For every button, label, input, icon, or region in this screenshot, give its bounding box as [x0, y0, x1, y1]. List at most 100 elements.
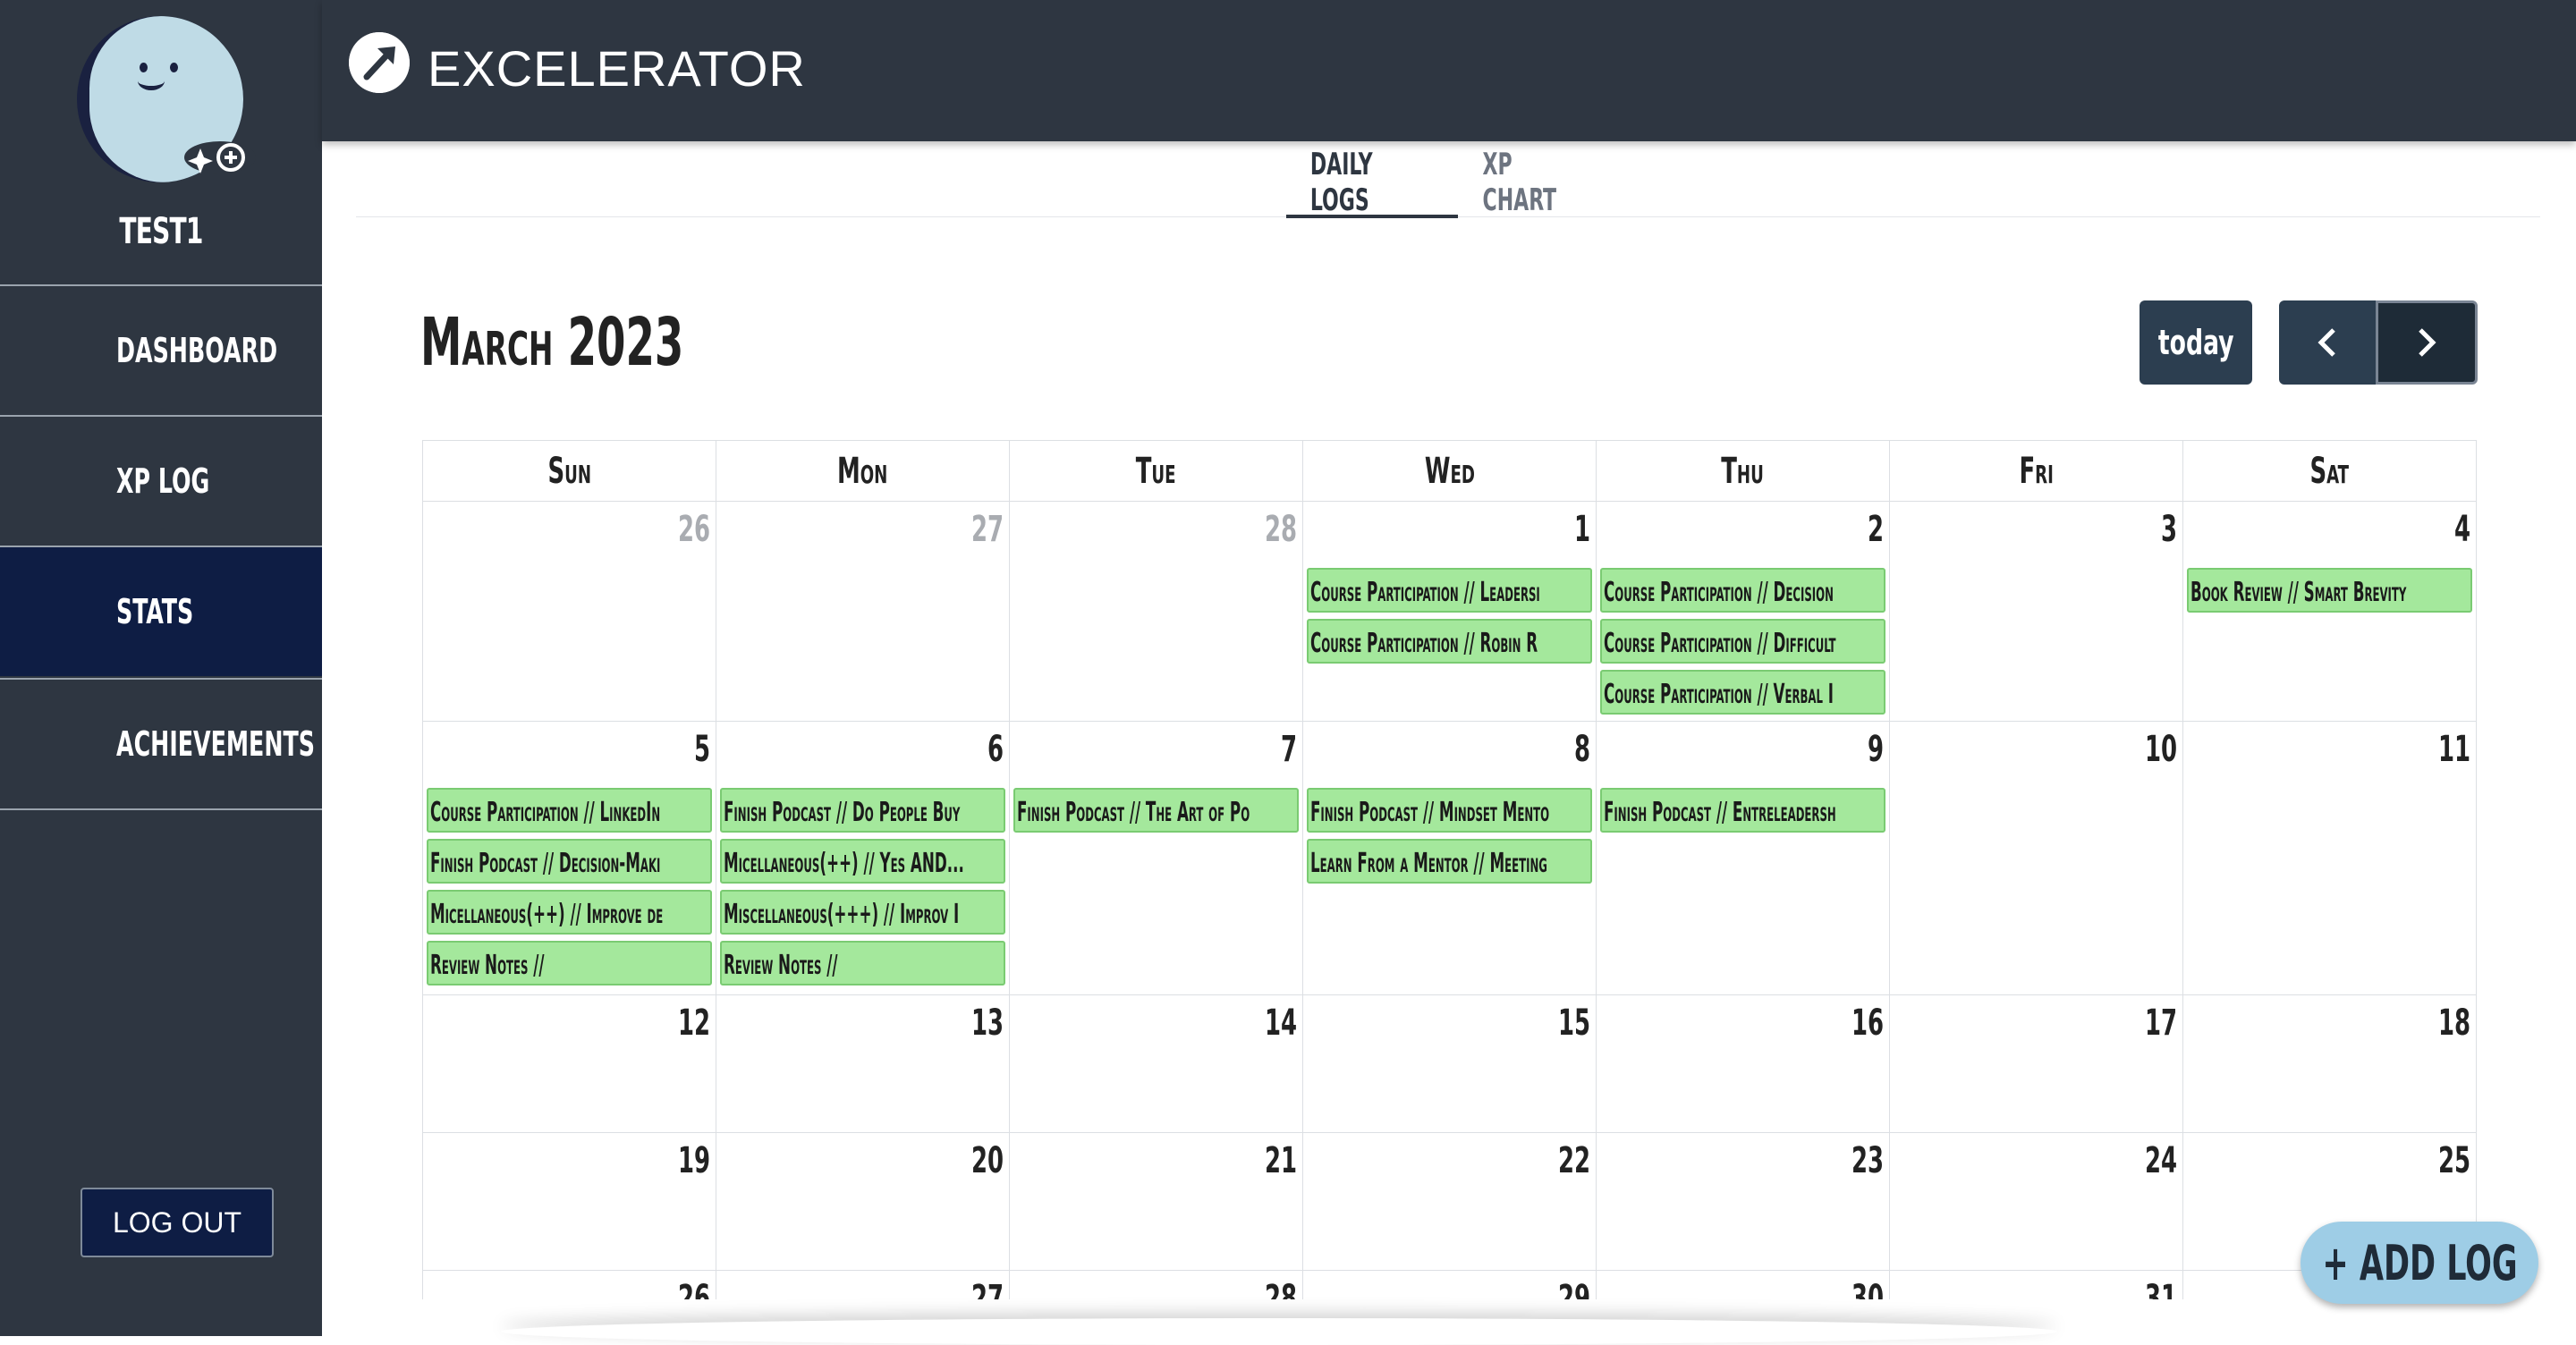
event-title: Finish Podcast // Mindset Mento	[1310, 797, 1550, 828]
tab-xp-chart[interactable]: XP CHART	[1463, 147, 1601, 218]
calendar-event[interactable]: Finish Podcast // Mindset Mento	[1307, 788, 1592, 833]
calendar-day-cell[interactable]: 5 Course Participation // LinkedIn Finish …	[423, 722, 716, 995]
day-number: 18	[2426, 1002, 2470, 1044]
day-number-text: 10	[2144, 729, 2177, 770]
day-number: 22	[1546, 1140, 1590, 1181]
calendar-day-cell[interactable]: 13	[716, 995, 1010, 1133]
day-number-text: 28	[1264, 1278, 1297, 1299]
day-number-text: 9	[1867, 729, 1884, 770]
calendar-event[interactable]: Micellaneous(++) // Yes AND...	[720, 839, 1005, 884]
day-number: 13	[959, 1002, 1004, 1044]
calendar-event[interactable]: Course Participation // LinkedIn	[427, 788, 712, 833]
day-number-text: 17	[2144, 1002, 2177, 1044]
calendar-day-cell[interactable]: 9 Finish Podcast // Entreleadersh	[1597, 722, 1890, 995]
next-month-button[interactable]	[2376, 300, 2478, 385]
calendar-event[interactable]: Book Review // Smart Brevity	[2187, 568, 2472, 613]
day-number: 10	[2132, 729, 2177, 770]
day-number-text: 15	[1557, 1002, 1590, 1044]
rocket-arrow-icon	[349, 32, 410, 93]
day-number-text: 4	[2453, 509, 2470, 550]
calendar-event[interactable]: Course Participation // Decision	[1600, 568, 1885, 613]
sidebar-item-label: ACHIEVEMENTS	[116, 724, 315, 764]
calendar-day-cell[interactable]: 27	[716, 502, 1010, 722]
calendar-event[interactable]: Course Participation // Robin R	[1307, 619, 1592, 664]
logout-button[interactable]: LOG OUT	[80, 1188, 274, 1257]
calendar-event[interactable]: Learn From a Mentor // Meeting	[1307, 839, 1592, 884]
day-number-text: 23	[1851, 1140, 1884, 1181]
today-button[interactable]: today	[2140, 300, 2252, 385]
day-number-text: 6	[987, 729, 1004, 770]
day-number: 3	[2155, 509, 2177, 550]
event-title: Course Participation // LinkedIn	[430, 797, 661, 828]
calendar-day-cell[interactable]: 15	[1303, 995, 1597, 1133]
today-button-label: today	[2157, 323, 2234, 362]
calendar-day-cell[interactable]: 28	[1010, 502, 1303, 722]
calendar-day-cell[interactable]: 23	[1597, 1133, 1890, 1271]
calendar-event[interactable]: Course Participation // Difficult	[1600, 619, 1885, 664]
day-number-text: 22	[1557, 1140, 1590, 1181]
calendar-day-cell[interactable]: 22	[1303, 1133, 1597, 1271]
add-log-button[interactable]: + ADD LOG	[2301, 1222, 2538, 1304]
calendar-event[interactable]: Miscellaneous(+++) // Improv I	[720, 890, 1005, 935]
calendar-event[interactable]: Finish Podcast // Do People Buy	[720, 788, 1005, 833]
calendar-event[interactable]: Course Participation // Verbal I	[1600, 670, 1885, 715]
calendar-event[interactable]: Review Notes //	[427, 941, 712, 985]
chevron-left-icon	[2318, 328, 2335, 357]
weekday-header: Fri	[1890, 441, 2183, 502]
calendar-event[interactable]: Finish Podcast // Entreleadersh	[1600, 788, 1885, 833]
app-title: EXCELERATOR	[428, 40, 806, 97]
calendar-day-cell[interactable]: 19	[423, 1133, 716, 1271]
calendar-day-cell[interactable]: 12	[423, 995, 716, 1133]
calendar-day-cell[interactable]: 2 Course Participation // Decision Course …	[1597, 502, 1890, 722]
calendar-day-cell[interactable]: 10	[1890, 722, 2183, 995]
day-number: 17	[2132, 1002, 2177, 1044]
day-number-text: 28	[1264, 509, 1297, 550]
calendar-day-cell[interactable]: 31	[1890, 1271, 2183, 1299]
calendar-event[interactable]: Course Participation // Leadersi	[1307, 568, 1592, 613]
calendar-day-cell[interactable]: 28	[1010, 1271, 1303, 1299]
app-header: EXCELERATOR	[322, 0, 2576, 141]
calendar-day-cell[interactable]: 17	[1890, 995, 2183, 1133]
prev-month-button[interactable]	[2279, 300, 2376, 385]
sidebar-item-stats[interactable]: STATS	[0, 546, 322, 676]
calendar-title: March 2023	[420, 304, 684, 381]
day-number: 2	[1861, 509, 1884, 550]
tab-daily-logs[interactable]: DAILY LOGS	[1286, 147, 1458, 218]
calendar-day-cell[interactable]: 8 Finish Podcast // Mindset Mento Learn Fr…	[1303, 722, 1597, 995]
calendar-day-cell[interactable]: 16	[1597, 995, 1890, 1133]
day-number: 4	[2448, 509, 2470, 550]
calendar-day-cell[interactable]: 14	[1010, 995, 1303, 1133]
calendar-day-cell[interactable]: 1 Course Participation // Leadersi Course …	[1303, 502, 1597, 722]
calendar-day-cell[interactable]: 27	[716, 1271, 1010, 1299]
calendar-day-cell[interactable]: 7 Finish Podcast // The Art of Po	[1010, 722, 1303, 995]
calendar-day-cell[interactable]: 26	[423, 502, 716, 722]
day-number-text: 27	[970, 1278, 1004, 1299]
calendar-day-cell[interactable]: 18	[2183, 995, 2477, 1133]
event-title: Micellaneous(++) // Improve de	[430, 899, 664, 930]
calendar-day-cell[interactable]: 3	[1890, 502, 2183, 722]
sidebar-item-xp-log[interactable]: XP LOG	[0, 415, 322, 546]
day-number-text: 2	[1867, 509, 1884, 550]
weekday-label: Thu	[1721, 450, 1765, 492]
sidebar-item-achievements[interactable]: ACHIEVEMENTS	[0, 678, 322, 808]
sidebar-item-label: STATS	[116, 592, 194, 631]
calendar-day-cell[interactable]: 11	[2183, 722, 2477, 995]
day-number: 11	[2426, 729, 2470, 770]
sidebar-item-label: DASHBOARD	[116, 331, 278, 370]
calendar-event[interactable]: Finish Podcast // The Art of Po	[1013, 788, 1299, 833]
calendar-day-cell[interactable]: 30	[1597, 1271, 1890, 1299]
calendar-day-cell[interactable]: 20	[716, 1133, 1010, 1271]
calendar-day-cell[interactable]: 26	[423, 1271, 716, 1299]
day-number-text: 13	[970, 1002, 1004, 1044]
day-number-text: 31	[2144, 1278, 2177, 1299]
calendar-day-cell[interactable]: 21	[1010, 1133, 1303, 1271]
calendar-day-cell[interactable]: 24	[1890, 1133, 2183, 1271]
calendar-event[interactable]: Micellaneous(++) // Improve de	[427, 890, 712, 935]
calendar-event[interactable]: Finish Podcast // Decision-Maki	[427, 839, 712, 884]
sidebar-item-dashboard[interactable]: DASHBOARD	[0, 284, 322, 415]
calendar-day-cell[interactable]: 4 Book Review // Smart Brevity	[2183, 502, 2477, 722]
calendar-day-cell[interactable]: 29	[1303, 1271, 1597, 1299]
day-number: 8	[1568, 729, 1590, 770]
calendar-event[interactable]: Review Notes //	[720, 941, 1005, 985]
calendar-day-cell[interactable]: 6 Finish Podcast // Do People Buy Micellan…	[716, 722, 1010, 995]
